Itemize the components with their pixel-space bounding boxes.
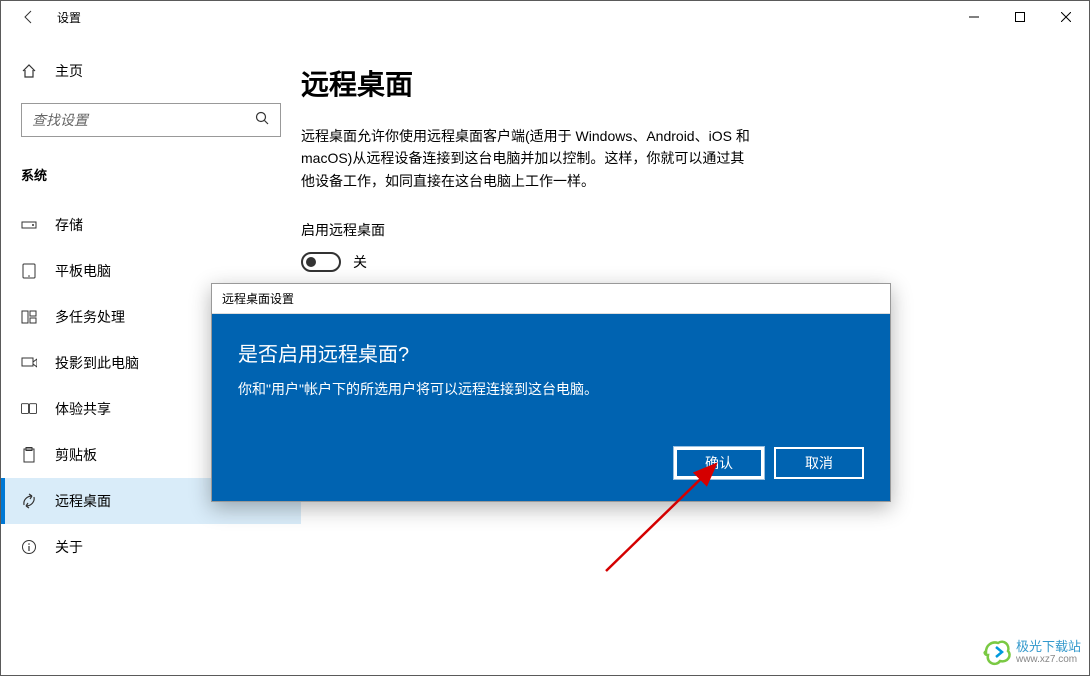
confirm-button[interactable]: 确认 [674, 447, 764, 479]
tablet-icon [21, 263, 37, 279]
sidebar-item-label: 远程桌面 [55, 491, 111, 511]
dialog-text: 你和"用户"帐户下的所选用户将可以远程连接到这台电脑。 [238, 379, 864, 399]
sidebar-item-storage[interactable]: 存储 [1, 202, 301, 248]
cancel-button[interactable]: 取消 [774, 447, 864, 479]
search-input[interactable] [32, 112, 254, 128]
watermark: 极光下载站 www.xz7.com [982, 637, 1081, 667]
enable-remote-toggle[interactable] [301, 252, 341, 272]
back-button[interactable] [19, 7, 39, 27]
close-button[interactable] [1043, 1, 1089, 33]
sidebar-item-label: 存储 [55, 215, 83, 235]
storage-icon [21, 217, 37, 233]
shared-icon [21, 401, 37, 417]
sidebar-item-label: 体验共享 [55, 399, 111, 419]
page-description: 远程桌面允许你使用远程桌面客户端(适用于 Windows、Android、iOS… [301, 125, 751, 192]
search-icon [254, 110, 270, 131]
toggle-knob [306, 257, 316, 267]
minimize-button[interactable] [951, 1, 997, 33]
search-box[interactable] [21, 103, 281, 137]
about-icon [21, 539, 37, 555]
home-label: 主页 [55, 61, 83, 81]
sidebar-item-label: 投影到此电脑 [55, 353, 139, 373]
toggle-state-label: 关 [353, 252, 367, 272]
window-title: 设置 [57, 9, 81, 26]
sidebar-item-label: 平板电脑 [55, 261, 111, 281]
confirmation-dialog: 远程桌面设置 是否启用远程桌面? 你和"用户"帐户下的所选用户将可以远程连接到这… [211, 283, 891, 502]
toggle-section-label: 启用远程桌面 [301, 220, 1059, 240]
home-link[interactable]: 主页 [1, 53, 301, 89]
multitask-icon [21, 309, 37, 325]
remote-desktop-icon [21, 493, 37, 509]
clipboard-icon [21, 447, 37, 463]
sidebar-item-label: 多任务处理 [55, 307, 125, 327]
dialog-title: 是否启用远程桌面? [238, 338, 864, 367]
titlebar: 设置 [1, 1, 1089, 33]
watermark-logo-icon [982, 637, 1012, 667]
category-label: 系统 [1, 155, 301, 202]
dialog-header: 远程桌面设置 [212, 284, 890, 314]
watermark-text: 极光下载站 [1016, 639, 1081, 655]
project-icon [21, 355, 37, 371]
sidebar-item-about[interactable]: 关于 [1, 524, 301, 570]
watermark-url: www.xz7.com [1016, 654, 1081, 665]
home-icon [21, 63, 37, 79]
page-title: 远程桌面 [301, 63, 1059, 103]
sidebar-item-label: 剪贴板 [55, 445, 97, 465]
window-controls [951, 1, 1089, 33]
maximize-button[interactable] [997, 1, 1043, 33]
sidebar-item-label: 关于 [55, 537, 83, 557]
